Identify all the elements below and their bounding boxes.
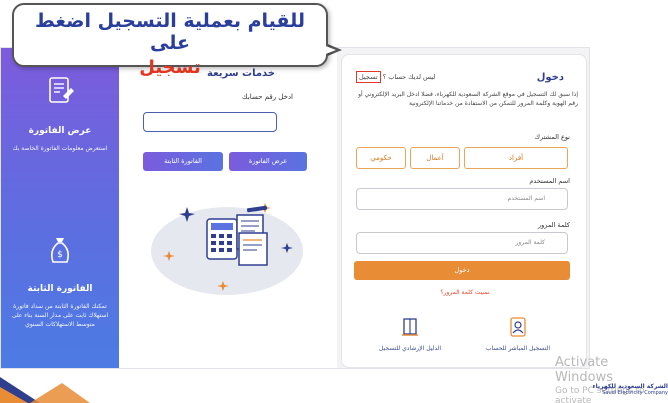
watermark-line1: Activate Windows — [555, 355, 614, 385]
no-account-line: ليس لديك حساب ؟ تسجيل — [356, 71, 436, 83]
services-sidebar: عرض الفاتورة استعرض معلومات الفاتورة الخ… — [1, 48, 119, 368]
quick-services-panel: خدمات سريعة ادخل رقم حسابك عرض الفاتورة … — [119, 48, 337, 368]
no-account-text: ليس لديك حساب ؟ — [382, 73, 436, 81]
company-name-english: Saudi Electricity Company — [602, 390, 668, 396]
subscriber-type-label: نوع المشترك — [534, 133, 570, 141]
fixed-bill-button[interactable]: الفاتورة الثابتة — [143, 152, 223, 171]
direct-registration-label: التسجيل المباشر للحساب — [485, 345, 551, 352]
forgot-password-link[interactable]: نسيت كلمة المرور؟ — [342, 289, 588, 296]
login-card: دخول ليس لديك حساب ؟ تسجيل إذا سبق لك ال… — [341, 54, 587, 368]
subscriber-type-individuals[interactable]: أفراد — [464, 147, 568, 169]
password-label: كلمة المرور — [538, 221, 570, 229]
login-title: دخول — [536, 72, 564, 83]
sidebar-item-label: عرض الفاتورة — [28, 126, 92, 136]
account-number-label: ادخل رقم حسابك — [241, 93, 293, 101]
company-name-arabic: الشركة السعودية للكهرباء — [592, 383, 668, 390]
account-number-input[interactable] — [143, 112, 277, 132]
username-label: اسم المستخدم — [529, 177, 570, 185]
direct-registration-link[interactable]: التسجيل المباشر للحساب — [478, 317, 558, 352]
sidebar-item-bill-view[interactable]: عرض الفاتورة استعرض معلومات الفاتورة الخ… — [1, 74, 119, 153]
money-bag-icon: $ — [51, 238, 69, 263]
book-icon — [402, 318, 418, 336]
username-input[interactable]: اسم المستخدم — [356, 188, 568, 210]
login-intro-text: إذا سبق لك التسجيل في موقع الشركة السعود… — [358, 91, 578, 107]
subscriber-type-government[interactable]: حكومي — [356, 147, 406, 169]
registration-guide-label: الدليل الإرشادي للتسجيل — [378, 345, 442, 352]
callout-highlight: تسجيل — [139, 57, 201, 78]
user-card-icon — [510, 317, 526, 337]
view-bill-button[interactable]: عرض الفاتورة — [229, 152, 307, 171]
callout-text: للقيام بعملية التسجيل اضغط على — [35, 10, 305, 54]
sidebar-item-fixed-bill[interactable]: $ الفاتورة الثابتة تمكنك الفاتورة الثابت… — [1, 232, 119, 329]
corner-decoration — [0, 377, 90, 403]
registration-guide-link[interactable]: الدليل الإرشادي للتسجيل — [370, 317, 450, 352]
svg-text:$: $ — [57, 250, 63, 260]
subscriber-type-business[interactable]: أعمال — [410, 147, 460, 169]
page-frame: عرض الفاتورة استعرض معلومات الفاتورة الخ… — [0, 47, 590, 369]
login-submit-button[interactable]: دخول — [354, 261, 570, 280]
bills-calculator-illustration — [151, 203, 303, 295]
company-logo: الشركة السعودية للكهرباء Saudi Electrici… — [578, 383, 668, 396]
sidebar-item-label: الفاتورة الثابتة — [27, 284, 93, 294]
instruction-callout: للقيام بعملية التسجيل اضغط على تسجيل — [12, 3, 328, 78]
sidebar-item-desc: تمكنك الفاتورة الثابتة من سداد فاتورة اس… — [11, 303, 109, 328]
register-link[interactable]: تسجيل — [356, 71, 381, 83]
password-input[interactable]: كلمة المرور — [356, 232, 568, 254]
bill-icon — [49, 77, 74, 103]
sidebar-item-desc: استعرض معلومات الفاتورة الخاصة بك — [12, 145, 108, 152]
